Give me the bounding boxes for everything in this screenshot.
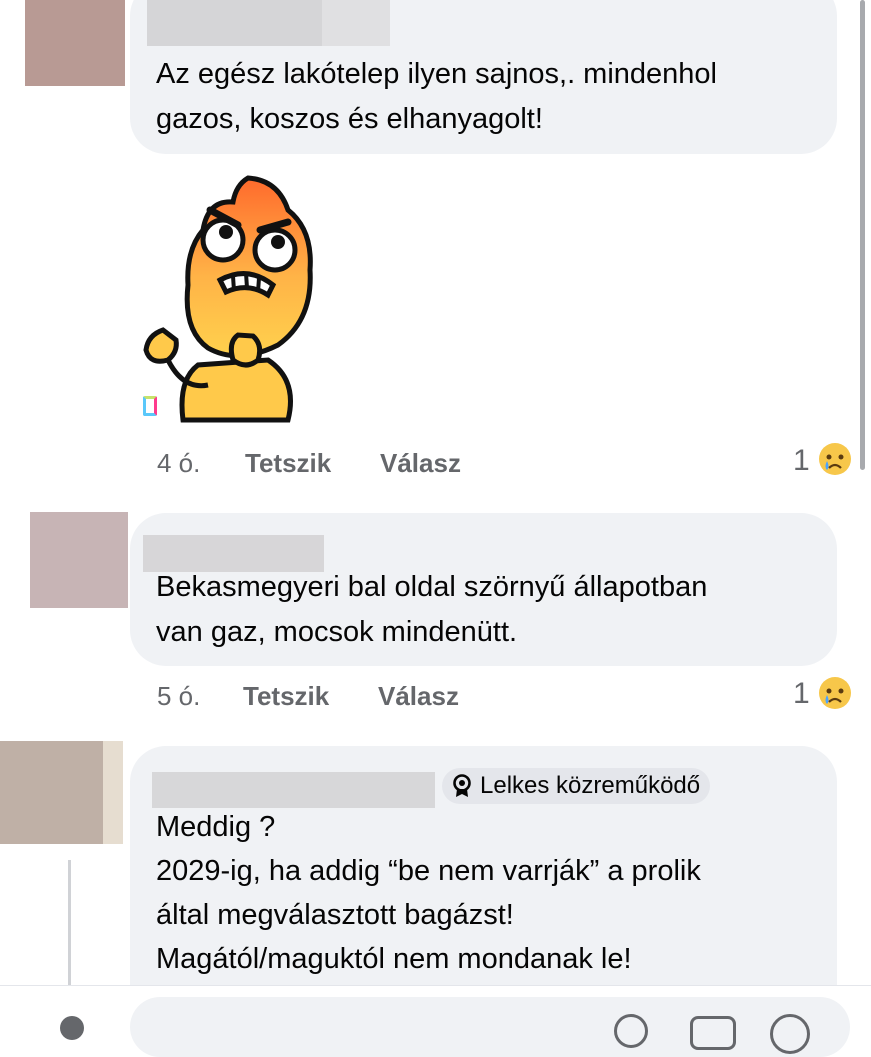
thread-line [68, 860, 71, 985]
badge-label: Lelkes közreműködő [480, 772, 701, 799]
comment-text-line: van gaz, mocsok mindenütt. [156, 616, 518, 648]
reaction-count[interactable]: 1 [793, 677, 810, 711]
comment-time[interactable]: 4 ó. [157, 448, 200, 479]
comment-text-line: Az egész lakótelep ilyen sajnos,. minden… [156, 58, 717, 90]
like-button[interactable]: Tetszik [243, 681, 329, 712]
sticker-badge-icon [143, 396, 157, 416]
sad-face-emoji-icon[interactable] [818, 442, 852, 476]
avatar[interactable] [25, 0, 125, 86]
comment-text-line: által megválasztott bagázst! [156, 899, 514, 931]
avatar[interactable] [30, 512, 128, 608]
emoji-icon[interactable] [770, 1014, 810, 1054]
profile-icon[interactable] [60, 1016, 84, 1040]
sad-face-emoji-icon[interactable] [818, 676, 852, 710]
reply-button[interactable]: Válasz [378, 681, 459, 712]
comment-input[interactable] [130, 997, 850, 1057]
redacted-author-name [152, 772, 435, 808]
like-button[interactable]: Tetszik [245, 448, 331, 479]
reply-button[interactable]: Válasz [380, 448, 461, 479]
reaction-count[interactable]: 1 [793, 444, 810, 478]
award-icon [453, 774, 471, 797]
contributor-badge[interactable]: Lelkes közreműködő [442, 768, 711, 804]
comment-text-line: Bekasmegyeri bal oldal szörnyű állapotba… [156, 571, 708, 603]
camera-icon[interactable] [614, 1014, 648, 1048]
comment-text-line: gazos, koszos és elhanyagolt! [156, 103, 543, 135]
comment-time[interactable]: 5 ó. [157, 681, 200, 712]
comment-text-line: Meddig ? [156, 811, 276, 843]
comment-text-line: Magától/maguktól nem mondanak le! [156, 943, 632, 975]
scrollbar[interactable] [860, 0, 865, 470]
redacted-author-name [147, 0, 322, 46]
comment-text-line: 2029-ig, ha addig “be nem varrják” a pro… [156, 855, 701, 887]
gif-icon[interactable] [690, 1016, 736, 1050]
avatar-edge [103, 741, 123, 844]
angry-fire-sticker[interactable] [138, 170, 358, 425]
